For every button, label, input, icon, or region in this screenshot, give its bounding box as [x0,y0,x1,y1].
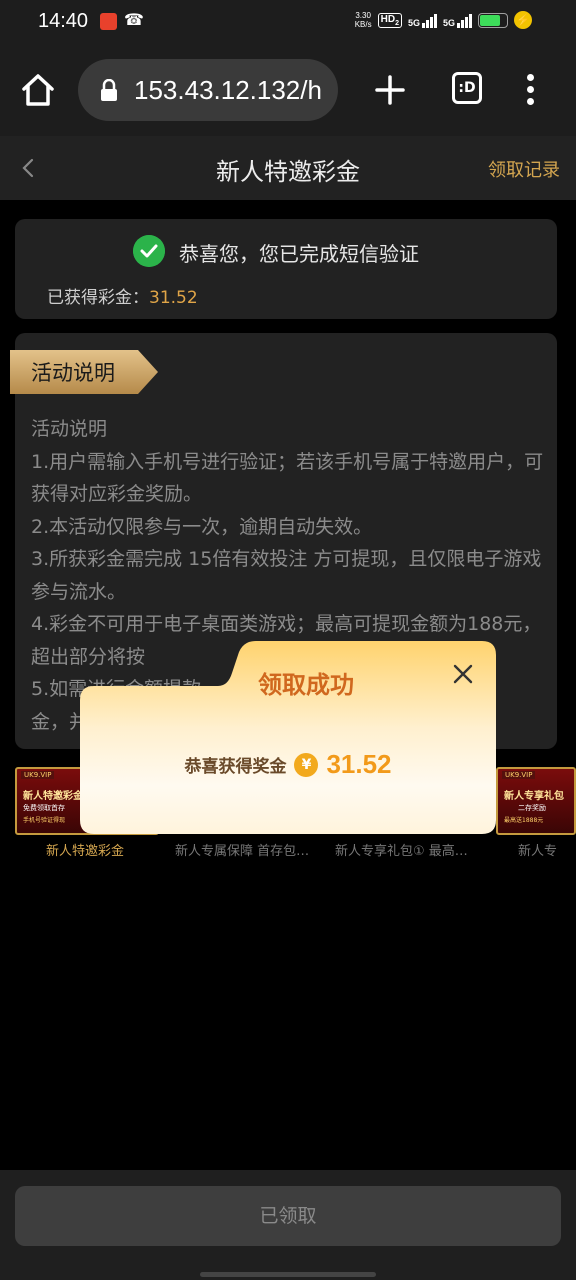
rules-tag-label: 活动说明 [31,361,115,385]
home-indicator[interactable] [200,1272,376,1277]
app-notification-icon [100,13,117,30]
hd-icon: HD2 [377,12,402,28]
footer-bar: 已领取 [0,1170,576,1280]
rules-item: 3.所获彩金需完成 15倍有效投注 方可提现，且仅限电子游戏参与流水。 [31,548,542,603]
home-icon[interactable] [20,72,56,108]
rules-item: 2.本活动仅限参与一次，逾期自动失效。 [31,515,373,538]
browser-toolbar: 153.43.12.132/h :D [0,46,576,136]
promo-caption-active[interactable]: 新人特邀彩金 [46,840,124,859]
status-time: 14:40 [38,10,89,32]
promo-caption[interactable]: 新人专享礼包① 最高… [335,840,468,859]
success-check-icon [133,235,165,267]
verification-message: 恭喜您，您已完成短信验证 [179,242,419,266]
bonus-line: 已获得彩金：31.52 [47,283,198,308]
url-text[interactable]: 153.43.12.132/h [134,75,322,106]
promo-caption[interactable]: 新人专属保障 首存包… [175,840,309,859]
yen-coin-icon: ¥ [294,752,319,777]
battery-icon [478,12,508,28]
claim-record-link[interactable]: 领取记录 [488,156,560,182]
rules-item: 1.用户需输入手机号进行验证；若该手机号属于特邀用户，可获得对应彩金奖励。 [31,450,544,506]
claimed-button[interactable]: 已领取 [15,1186,561,1246]
more-menu-icon[interactable] [520,72,540,108]
modal-title: 领取成功 [258,671,354,699]
reward-row: 恭喜获得奖金 ¥ 31.52 [80,749,496,780]
reward-amount: 31.52 [326,749,392,779]
page-header: 新人特邀彩金 领取记录 [0,136,576,200]
reward-label: 恭喜获得奖金 [184,757,287,777]
bonus-label: 已获得彩金： [47,288,149,308]
status-indicators: 3.30 KB/s HD2 5G 5G ⚡ [355,11,532,29]
status-bar: 14:40 ☎ 3.30 KB/s HD2 5G 5G ⚡ [0,0,576,46]
charging-icon: ⚡ [514,11,532,29]
tab-switcher-button[interactable]: :D [452,72,482,104]
call-forward-icon: ☎ [124,10,144,29]
signal-icon: 5G [443,12,472,28]
lock-icon [101,79,117,101]
rules-heading: 活动说明 [31,418,108,440]
bonus-amount: 31.52 [149,288,198,308]
signal-icon: 5G [408,12,437,28]
close-icon[interactable] [450,661,476,687]
verification-card: 恭喜您，您已完成短信验证 已获得彩金：31.52 [15,219,557,319]
promo-banner-image[interactable]: UK9.VIP 新人专享礼包 二存奖励 最高送1888元 [496,767,576,835]
net-speed: 3.30 KB/s [354,11,372,29]
claim-success-modal: 领取成功 恭喜获得奖金 ¥ 31.52 [80,641,496,834]
new-tab-icon[interactable] [372,72,408,108]
promo-caption[interactable]: 新人专 [518,840,557,859]
url-bar[interactable]: 153.43.12.132/h [78,59,338,121]
